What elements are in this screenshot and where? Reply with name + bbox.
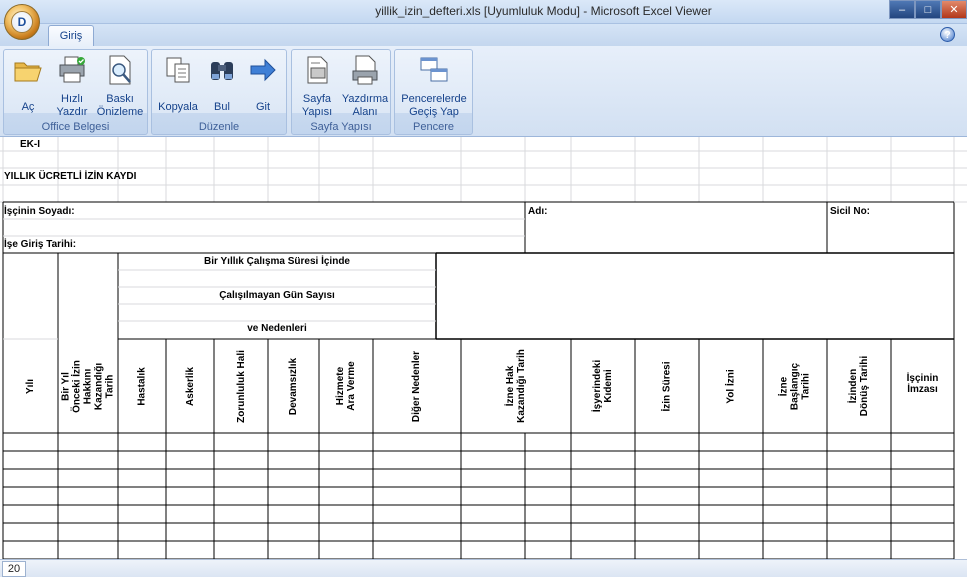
header-kidemi: İşyerindeki Kıdemi — [592, 359, 614, 413]
print-area-button[interactable]: Yazdırma Alanı — [340, 54, 390, 119]
binoculars-icon — [211, 62, 233, 80]
header-askerlik: Askerlik — [184, 366, 196, 406]
print-area-icon — [352, 55, 378, 85]
header-izne-baslangic: İzne Başlangıç Tarihi — [778, 362, 812, 410]
open-button[interactable]: Aç — [6, 54, 50, 114]
header-yili: Yılı — [24, 378, 36, 394]
header-izne-hak: İzne Hak Kazandığı Tarih — [505, 349, 527, 423]
help-icon[interactable]: ? — [940, 27, 955, 42]
arrow-right-icon — [250, 58, 276, 82]
group-label-sayfa-yapisi: Sayfa Yapısı — [310, 121, 372, 133]
title-bar: yillik_izin_defteri.xls [Uyumluluk Modu]… — [0, 0, 967, 24]
open-label: Aç — [21, 101, 35, 113]
goto-button[interactable]: Git — [242, 54, 284, 114]
open-folder-icon — [14, 62, 42, 82]
group-label-duzenle: Düzenle — [198, 121, 240, 133]
print-preview-icon — [109, 55, 131, 85]
copy-button[interactable]: Kopyala — [154, 54, 202, 114]
nedenleri-label: ve Nedenleri — [247, 323, 307, 334]
minimize-button[interactable]: – — [889, 0, 915, 19]
isci-soyadi-label: İşçinin Soyadı: — [4, 206, 75, 217]
group-duzenle: Kopyala Bul Git Düzenle — [151, 49, 287, 135]
header-hastalik: Hastalık — [136, 366, 148, 406]
header-izin-suresi: İzin Süresi — [661, 360, 673, 412]
header-devamsizlik: Devamsızlık — [288, 357, 300, 415]
group-pencere: Pencerelerde Geçiş Yap Pencere — [394, 49, 473, 135]
header-yol-izni: Yol İzni — [725, 368, 737, 404]
excel-viewer-window: yillik_izin_defteri.xls [Uyumluluk Modu]… — [0, 0, 967, 577]
status-bar: 20 — [0, 559, 967, 577]
ribbon: Aç Hızlı Yazdır Baskı Önizleme Office Be… — [0, 46, 967, 137]
header-izinden-donus: İzinden Dönüş Tarihi — [848, 355, 870, 417]
ribbon-tab-row: Giriş ? — [0, 24, 967, 48]
maximize-button[interactable]: □ — [915, 0, 941, 19]
group-sayfa-yapisi: Sayfa Yapısı Yazdırma Alanı Sayfa Yapısı — [291, 49, 391, 135]
page-setup-icon — [307, 56, 328, 84]
group-label-office-belgesi: Office Belgesi — [41, 121, 110, 133]
group-office-belgesi: Aç Hızlı Yazdır Baskı Önizleme Office Be… — [3, 49, 148, 135]
ek-label: EK-I — [20, 139, 40, 150]
office-button[interactable]: D — [4, 4, 40, 40]
page-setup-label: Sayfa Yapısı — [301, 93, 333, 118]
quick-print-icon — [59, 56, 85, 83]
window-controls: – □ ✕ — [889, 0, 967, 19]
row-number: 20 — [2, 561, 26, 577]
tab-giris[interactable]: Giriş — [48, 25, 94, 48]
quick-print-label: Hızlı Yazdır — [56, 93, 88, 118]
ise-giris-tarihi-label: İşe Giriş Tarihi: — [4, 239, 77, 250]
find-button[interactable]: Bul — [202, 54, 242, 114]
sheet-title: YILLIK ÜCRETLİ İZİN KAYDI — [4, 171, 137, 182]
print-preview-label: Baskı Önizleme — [96, 93, 144, 118]
worksheet-grid[interactable]: EK-I YILLIK ÜCRETLİ İZİN KAYDI İşçinin S… — [0, 137, 967, 559]
print-preview-button[interactable]: Baskı Önizleme — [94, 54, 146, 119]
header-diger-nedenler: Diğer Nedenler — [411, 350, 423, 422]
header-hizmete-ara: Hizmete Ara Verme — [335, 361, 357, 411]
print-area-label: Yazdırma Alanı — [341, 93, 389, 118]
window-title: yillik_izin_defteri.xls [Uyumluluk Modu]… — [375, 4, 712, 18]
find-label: Bul — [214, 101, 230, 113]
header-iscinin-imzasi: İşçinin İmzası — [906, 373, 939, 395]
close-button[interactable]: ✕ — [941, 0, 967, 19]
header-zorunluluk: Zorunluluk Hali — [235, 349, 247, 423]
page-setup-button[interactable]: Sayfa Yapısı — [294, 54, 340, 119]
copy-icon — [166, 57, 190, 83]
quick-print-button[interactable]: Hızlı Yazdır — [50, 54, 94, 119]
sicil-no-label: Sicil No: — [830, 206, 871, 217]
switch-windows-label: Pencerelerde Geçiş Yap — [401, 93, 467, 118]
office-logo-icon: D — [11, 11, 33, 33]
header-onceki-izin: Bir Yıl Önceki İzin Hakkını Kazandığı Ta… — [60, 359, 116, 413]
calisilmayan-gun-label: Çalışılmayan Gün Sayısı — [219, 290, 335, 301]
calisma-suresi-label: Bir Yıllık Çalışma Süresi İçinde — [204, 256, 350, 267]
switch-windows-icon — [420, 57, 448, 82]
goto-label: Git — [255, 101, 271, 113]
copy-label: Kopyala — [158, 101, 198, 113]
adi-label: Adı: — [528, 206, 548, 217]
switch-windows-button[interactable]: Pencerelerde Geçiş Yap — [397, 54, 471, 119]
group-label-pencere: Pencere — [413, 121, 454, 133]
